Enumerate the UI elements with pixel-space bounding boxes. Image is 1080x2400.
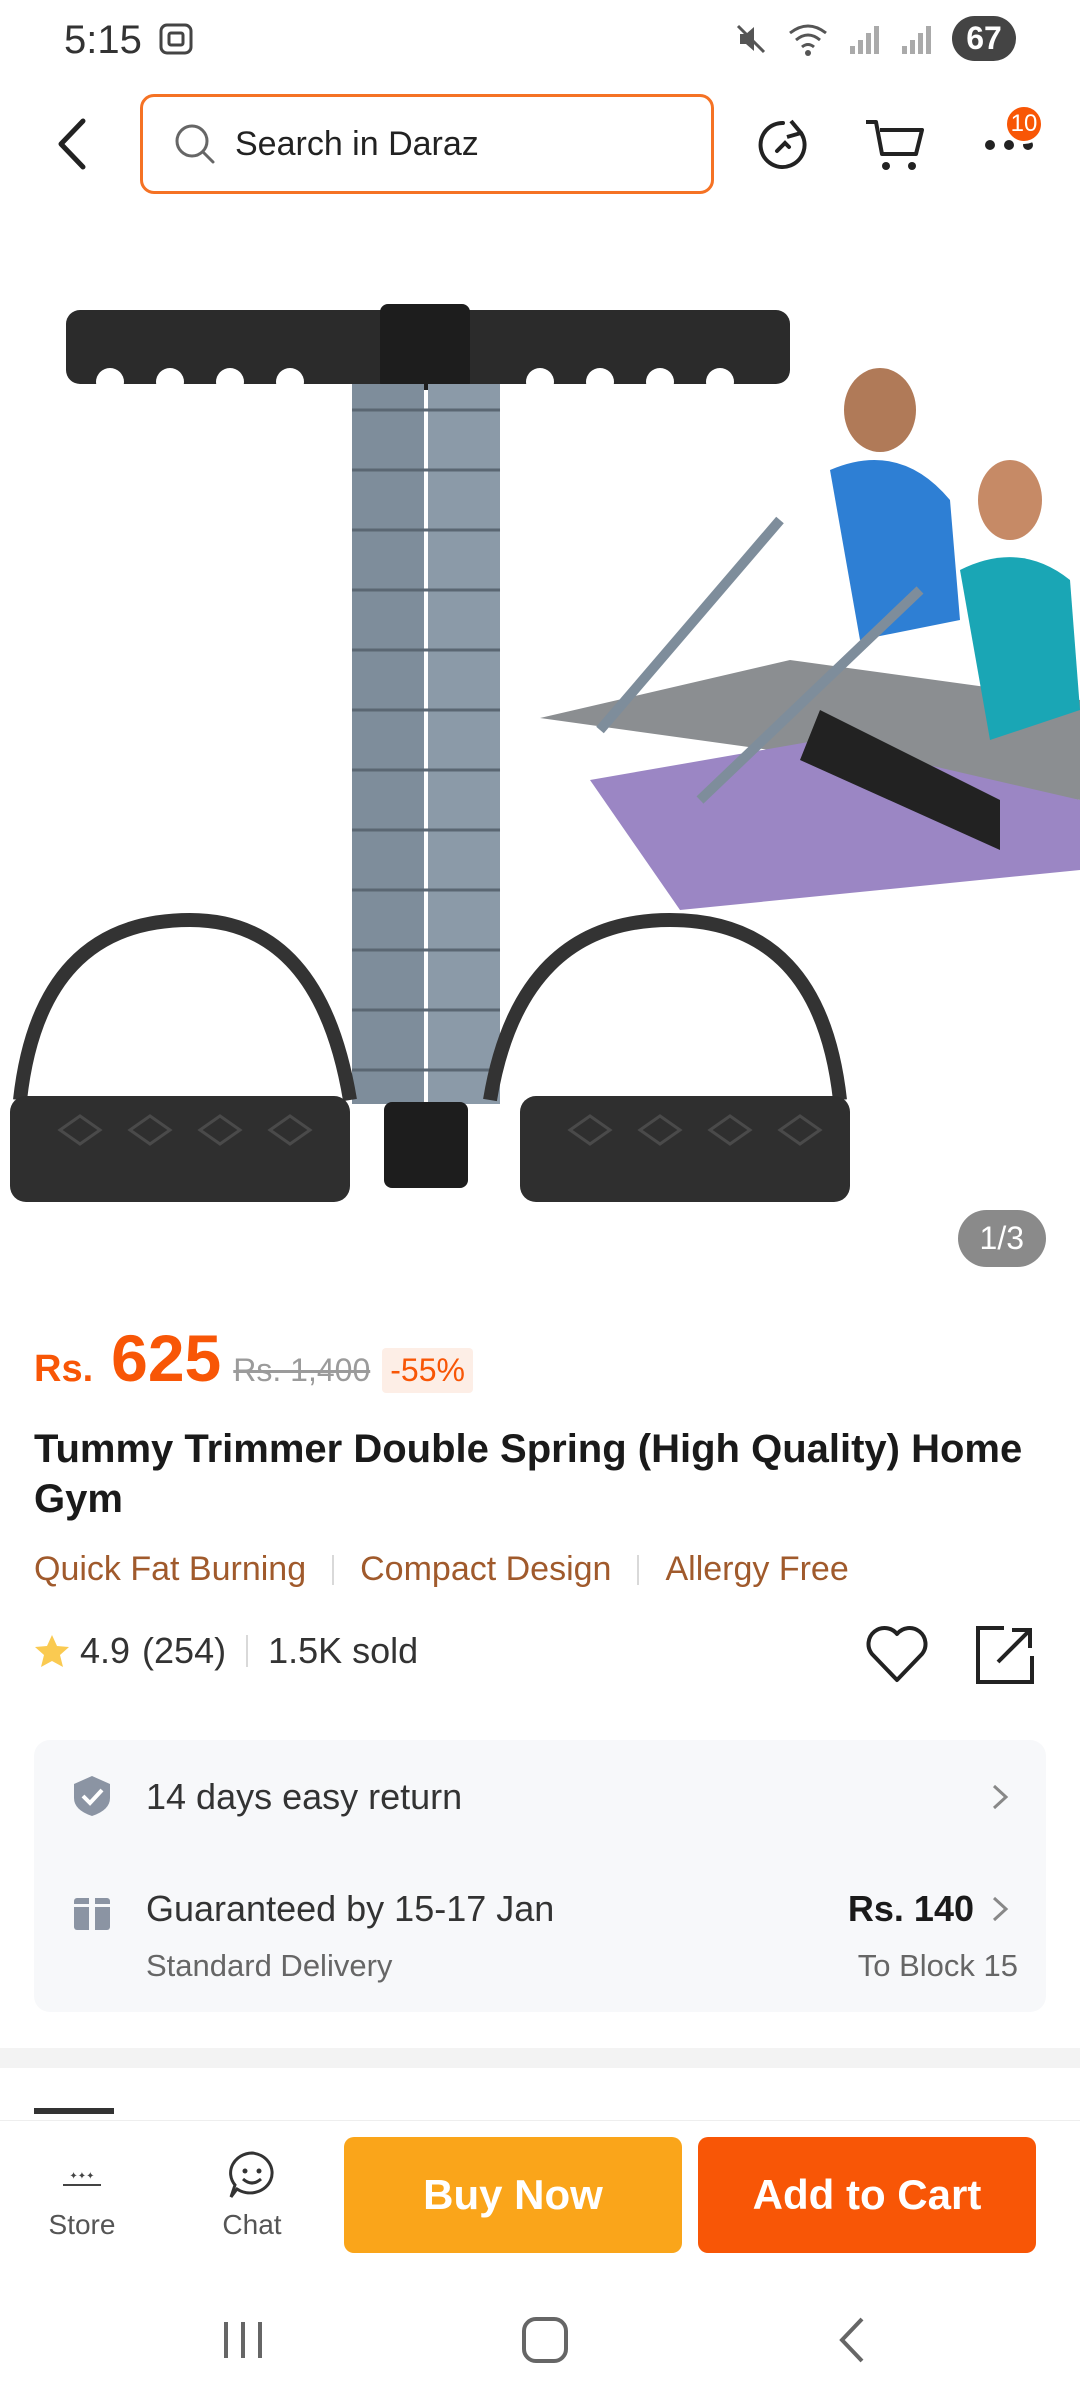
status-time: 5:15 [64,18,142,62]
signal-icon-2 [902,25,931,54]
next-section-peek [34,2080,1046,2120]
tag-divider [637,1554,640,1585]
truncated-heading [34,2108,114,2114]
rating-value: 4.9 [80,1630,131,1671]
product-image [10,304,1080,1202]
product-title: Tummy Trimmer Double Spring (High Qualit… [34,1427,1023,1521]
delivery-fee: Rs. 140 [847,1888,974,1929]
home-button[interactable] [510,2310,580,2370]
tag-quick-fat-burning: Quick Fat Burning [34,1550,307,1588]
system-back-button[interactable] [816,2310,886,2370]
wifi-icon [789,24,827,56]
chevron-right-icon [992,1784,1009,1810]
signal-icon [850,25,879,54]
recents-icon [224,2322,262,2358]
shield-check-icon [74,1776,110,1816]
sold-count: 1.5K sold [268,1630,419,1671]
cart-icon [866,120,924,170]
share-icon[interactable] [970,1620,1040,1690]
delivery-location: To Block 15 [857,1948,1018,1983]
return-policy-label: 14 days easy return [146,1776,463,1817]
rating-row[interactable]: 4.9 (254) 1.5K sold [34,1630,418,1672]
notification-badge: 10 [1004,104,1044,144]
store-button[interactable]: ✦✦✦ Store [22,2149,142,2241]
add-to-cart-button[interactable]: Add to Cart [698,2137,1036,2253]
home-icon [522,2317,568,2363]
star-icon [35,1635,69,1667]
bottom-action-bar: ✦✦✦ Store Chat Buy Now Add to Cart [0,2120,1080,2270]
top-header: Search in Daraz 10 [0,92,1080,198]
status-icons: 67 [734,16,1016,61]
chevron-right-icon [992,1896,1009,1922]
service-card: 14 days easy return Guaranteed by 15-17 … [34,1740,1046,2012]
refresh-history-icon [758,119,807,169]
tag-compact-design: Compact Design [360,1550,612,1588]
chat-icon [229,2151,274,2198]
discount-badge: -55% [382,1348,473,1393]
battery-indicator: 67 [952,16,1016,61]
back-arrow-icon [839,2317,864,2363]
image-pager-indicator: 1/3 [957,1210,1046,1267]
delivery-type: Standard Delivery [146,1948,393,1983]
search-icon [175,124,215,164]
package-icon [74,1898,110,1930]
tag-divider [332,1554,335,1585]
status-bar: 5:15 67 [0,0,1080,80]
history-button[interactable] [748,110,818,180]
section-divider [0,2048,1080,2068]
chat-button[interactable]: Chat [192,2149,312,2241]
wishlist-heart-icon[interactable] [862,1620,932,1690]
review-count: (254) [142,1630,227,1671]
price-currency: Rs. [34,1348,94,1390]
back-button[interactable] [40,112,104,176]
current-price: 625 [111,1321,222,1395]
cart-button[interactable] [860,110,930,180]
mute-icon [736,24,766,53]
price-row: Rs. 625 Rs. 1,400 -55% [34,1320,473,1396]
system-nav-bar [0,2270,1080,2400]
more-menu-button[interactable]: 10 [974,104,1044,180]
search-input[interactable]: Search in Daraz [140,94,714,194]
screenshot-icon [159,23,193,55]
original-price: Rs. 1,400 [233,1352,371,1388]
rating-divider [246,1635,249,1667]
recents-button[interactable] [208,2310,278,2370]
svg-text:✦✦✦: ✦✦✦ [69,2171,94,2182]
chevron-left-icon [58,118,86,170]
return-policy-row[interactable]: 14 days easy return [34,1740,1046,1860]
chat-label: Chat [222,2209,282,2240]
delivery-row[interactable]: Guaranteed by 15-17 Jan Standard Deliver… [34,1860,1046,2012]
delivery-estimate: Guaranteed by 15-17 Jan [146,1888,555,1929]
store-label: Store [48,2209,116,2240]
store-logo-icon: ✦✦✦ [63,2171,101,2186]
tag-allergy-free: Allergy Free [665,1550,849,1588]
buy-now-button[interactable]: Buy Now [344,2137,682,2253]
search-placeholder: Search in Daraz [235,124,479,163]
product-image-gallery[interactable] [0,240,1080,1260]
product-tags: Quick Fat Burning Compact Design Allergy… [34,1550,849,1589]
